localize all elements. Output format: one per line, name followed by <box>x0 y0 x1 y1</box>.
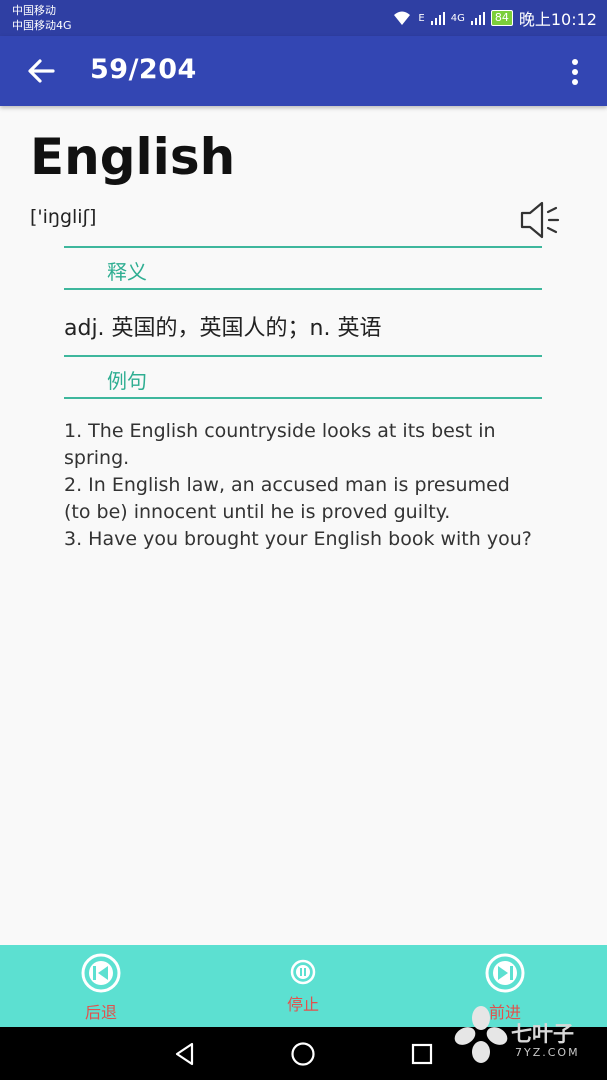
watermark: 七叶子 7YZ.COM <box>453 1000 593 1072</box>
examples-list: 1. The English countryside looks at its … <box>64 418 534 553</box>
signal-2-label: 4G <box>450 12 465 24</box>
signal-2-icon <box>470 12 485 25</box>
phonetic-transcription: ['iŋgliʃ] <box>30 206 97 228</box>
next-icon <box>485 953 525 993</box>
more-options-icon[interactable] <box>565 58 585 86</box>
example-sentence: 3. Have you brought your English book wi… <box>64 528 532 550</box>
carrier-2: 中国移动4G <box>12 19 72 32</box>
stop-label: 停止 <box>286 995 319 1014</box>
watermark-domain: 7YZ.COM <box>515 1046 580 1059</box>
wifi-icon <box>394 11 411 25</box>
previous-button[interactable]: 后退 <box>41 945 161 1027</box>
examples-header: 例句 <box>107 369 147 393</box>
signal-1-icon <box>430 12 445 25</box>
definition-header: 释义 <box>107 260 147 284</box>
example-sentence: 1. The English countryside looks at its … <box>64 420 496 469</box>
battery-indicator: 84 <box>490 10 513 26</box>
nav-recents-icon[interactable] <box>409 1041 435 1067</box>
example-sentence: 2. In English law, an accused man is pre… <box>64 474 510 523</box>
divider <box>64 397 542 399</box>
nav-back-icon[interactable] <box>172 1041 198 1067</box>
clock: 晚上10:12 <box>518 10 597 29</box>
carrier-1: 中国移动 <box>12 4 56 17</box>
definition-text: adj. 英国的，英国人的；n. 英语 <box>64 316 382 341</box>
status-indicators: E 4G 84 晚上10:12 <box>392 8 597 29</box>
divider <box>64 288 542 290</box>
word-title: English <box>30 128 236 186</box>
pause-icon <box>290 959 316 985</box>
leaf-logo-icon <box>454 1006 508 1063</box>
previous-label: 后退 <box>84 1003 117 1022</box>
back-arrow-icon[interactable] <box>26 56 56 86</box>
divider <box>64 355 542 357</box>
previous-icon <box>81 953 121 993</box>
speaker-icon[interactable] <box>518 198 562 242</box>
signal-1-label: E <box>418 12 425 24</box>
app-bar: 59/204 <box>0 36 607 106</box>
divider <box>64 246 542 248</box>
nav-home-icon[interactable] <box>290 1041 316 1067</box>
page-counter: 59/204 <box>90 54 197 85</box>
stop-button[interactable]: 停止 <box>243 945 363 1027</box>
status-bar: 中国移动 中国移动4G E 4G 84 晚上10:12 <box>0 0 607 36</box>
watermark-brand: 七叶子 <box>511 1022 574 1046</box>
